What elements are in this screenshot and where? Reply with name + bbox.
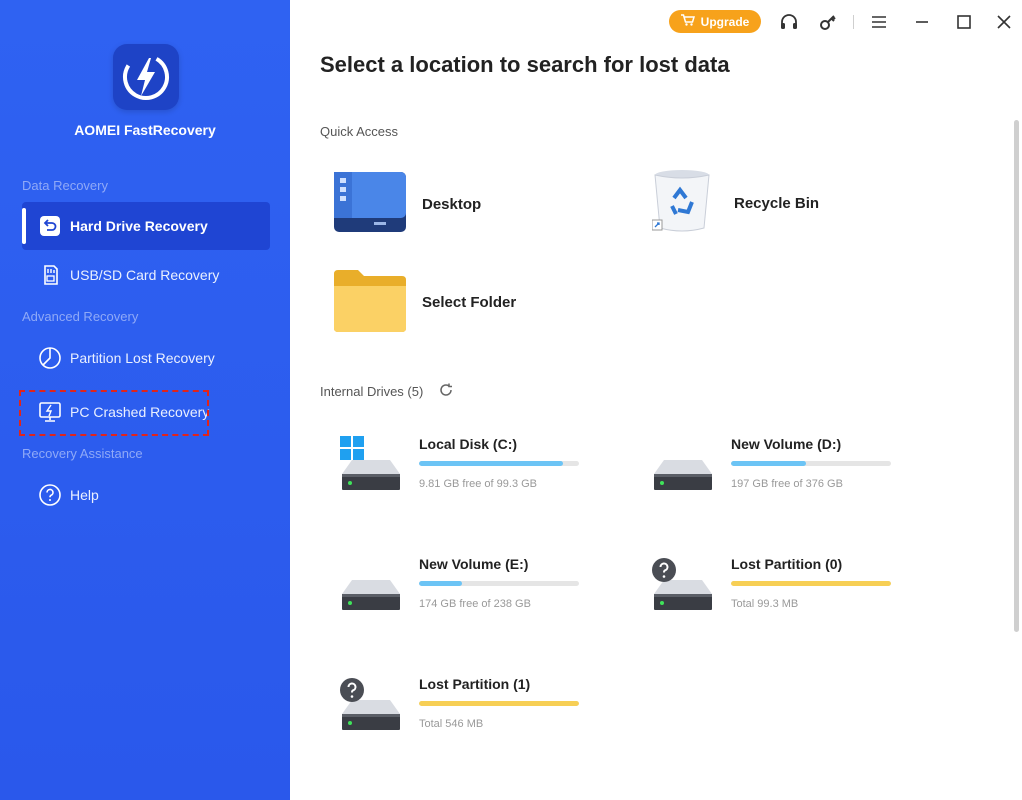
quick-access-label-select-folder: Select Folder [422, 294, 517, 311]
quick-access-label-recycle-bin: Recycle Bin [734, 195, 820, 212]
highlight-box [19, 390, 209, 436]
close-icon[interactable] [994, 12, 1014, 32]
drive-usage-bar [731, 581, 891, 586]
app-name: AOMEI FastRecovery [74, 122, 216, 138]
upgrade-button[interactable]: Upgrade [669, 10, 761, 33]
drive-info: 9.81 GB free of 99.3 GB [419, 478, 538, 490]
cart-icon [680, 14, 695, 29]
app-logo-icon [113, 44, 179, 110]
drive-usage-fill [731, 461, 807, 466]
drive-card[interactable]: Lost Partition (0) Total 99.3 MB [632, 556, 912, 656]
section-recovery-assistance: Recovery Assistance [22, 446, 143, 461]
sidebar-item-label: USB/SD Card Recovery [70, 267, 220, 283]
quick-access-label: Quick Access [320, 124, 399, 139]
drive-name: Local Disk (C:) [419, 436, 518, 452]
drive-usage-bar [419, 581, 579, 586]
maximize-icon[interactable] [954, 12, 974, 32]
drive-usage-fill [731, 581, 891, 586]
drive-info: 174 GB free of 238 GB [419, 598, 531, 610]
folder-icon [334, 268, 406, 337]
minimize-icon[interactable] [912, 12, 932, 32]
key-icon[interactable] [818, 12, 838, 32]
quick-access-label-desktop: Desktop [422, 196, 482, 213]
section-advanced-recovery: Advanced Recovery [22, 309, 139, 324]
sidebar-item-usb-sd-card-recovery[interactable]: USB/SD Card Recovery [22, 251, 270, 299]
sidebar-item-help[interactable]: Help [22, 471, 270, 519]
drive-usage-fill [419, 581, 463, 586]
sidebar: AOMEI FastRecovery Data Recovery Hard Dr… [0, 0, 290, 800]
scrollbar[interactable] [1014, 120, 1019, 632]
headset-icon[interactable] [779, 12, 799, 32]
drive-usage-fill [419, 461, 563, 466]
upgrade-label: Upgrade [700, 14, 750, 29]
menu-icon[interactable] [869, 12, 889, 32]
drive-card[interactable]: New Volume (E:) 174 GB free of 238 GB [320, 556, 600, 656]
drive-card[interactable]: New Volume (D:) 197 GB free of 376 GB [632, 436, 912, 536]
section-data-recovery: Data Recovery [22, 178, 108, 193]
drive-info: Total 99.3 MB [731, 598, 799, 610]
quick-access-desktop[interactable]: Desktop [334, 172, 481, 237]
partition-icon [38, 346, 62, 370]
help-icon [38, 483, 62, 507]
drive-card[interactable]: Local Disk (C:) 9.81 GB free of 99.3 GB [320, 436, 600, 536]
drive-usage-fill [419, 701, 579, 706]
drive-card[interactable]: Lost Partition (1) Total 546 MB [320, 676, 600, 776]
windows-icon [340, 436, 364, 465]
recycle-bin-icon [651, 168, 718, 239]
drive-info: Total 546 MB [419, 718, 484, 730]
hard-disk-icon [654, 460, 712, 495]
drive-usage-bar [731, 461, 891, 466]
quick-access-select-folder[interactable]: Select Folder [334, 268, 516, 337]
drive-usage-bar [419, 701, 579, 706]
drive-name: New Volume (E:) [419, 556, 529, 572]
sidebar-item-label: Hard Drive Recovery [70, 218, 208, 234]
refresh-icon[interactable] [439, 383, 453, 402]
toolbar-divider [853, 15, 854, 29]
drive-info: 197 GB free of 376 GB [731, 478, 843, 490]
internal-drives-label: Internal Drives (5) [320, 384, 424, 399]
page-title: Select a location to search for lost dat… [320, 52, 730, 77]
drive-name: Lost Partition (0) [731, 556, 843, 572]
sidebar-item-label: Help [70, 487, 99, 503]
sidebar-item-hard-drive-recovery[interactable]: Hard Drive Recovery [22, 202, 270, 250]
drive-name: New Volume (D:) [731, 436, 842, 452]
sidebar-item-partition-lost-recovery[interactable]: Partition Lost Recovery [22, 334, 270, 382]
sidebar-item-label: Partition Lost Recovery [70, 350, 215, 366]
desktop-folder-icon [334, 172, 406, 237]
hard-disk-icon [342, 580, 400, 615]
sd-card-icon [38, 263, 62, 287]
question-icon [340, 678, 364, 707]
drive-name: Lost Partition (1) [419, 676, 531, 692]
hard-drive-recovery-icon [38, 214, 62, 238]
hard-disk-icon [342, 460, 400, 495]
question-icon [652, 558, 676, 587]
drive-usage-bar [419, 461, 579, 466]
quick-access-recycle-bin[interactable]: Recycle Bin [651, 168, 820, 239]
